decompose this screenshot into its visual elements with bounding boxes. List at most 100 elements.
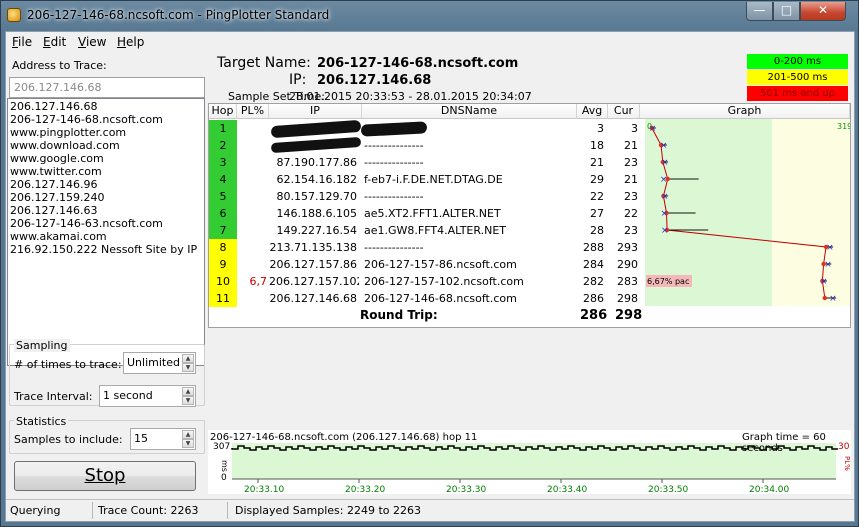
hop-dnsname: 206-127-157-102.ncsoft.com (364, 275, 524, 288)
latency-cur-marker: × (660, 209, 668, 219)
col-dnsname[interactable]: DNSName (362, 104, 577, 119)
hop-dnsname: 206-127-146-68.ncsoft.com (364, 292, 517, 305)
status-bar: Querying Trace Count: 2263 Displayed Sam… (6, 499, 854, 521)
close-button[interactable]: ✕ (800, 2, 846, 21)
trace-interval-value: 1 second (103, 389, 153, 402)
title-bar[interactable]: 206-127-146-68.ncsoft.com - PingPlotter … (1, 1, 858, 31)
stop-button[interactable]: Stop (14, 461, 196, 491)
hop-avg: 282 (583, 275, 604, 288)
spin-up-icon[interactable]: ▲ (182, 354, 194, 363)
latency-graph: 0 319××××××××××6,67% pac× (645, 119, 850, 306)
latency-cur-marker: × (661, 158, 669, 168)
col-avg[interactable]: Avg (577, 104, 608, 119)
menu-edit-mnemonic: E (43, 35, 51, 49)
hop-cur: 3 (631, 122, 638, 135)
spin-up-icon[interactable]: ▲ (182, 387, 194, 396)
maximize-button[interactable]: □ (773, 2, 800, 21)
time-graph-pl-unit: PL% (843, 456, 851, 471)
minimize-button[interactable]: — (746, 2, 773, 21)
hop-dnsname: --------------- (364, 241, 424, 254)
client-area: File Edit View Help Address to Trace: 20… (5, 31, 855, 522)
trace-interval-spinner[interactable]: 1 second ▲ ▼ (99, 385, 196, 407)
latency-cur-marker: × (660, 141, 668, 151)
hop-cur: 293 (617, 241, 638, 254)
packet-loss (237, 137, 269, 154)
status-separator (227, 502, 228, 519)
sampling-title: Sampling (14, 339, 70, 352)
legend-high-latency: 501 ms and up (747, 86, 848, 101)
address-history-item[interactable]: 216.92.150.222 Nessoft Site by IP (10, 243, 202, 256)
hop-cur: 21 (624, 173, 638, 186)
packet-loss (237, 290, 269, 307)
latency-cur-marker: × (826, 243, 834, 253)
times-to-trace-spinner[interactable]: Unlimited ▲ ▼ (123, 352, 196, 374)
hop-avg: 286 (583, 292, 604, 305)
address-history-item[interactable]: 206-127-146-68.ncsoft.com (10, 113, 202, 126)
col-graph[interactable]: Graph (640, 104, 850, 119)
address-history-item[interactable]: 206.127.159.240 (10, 191, 202, 204)
menu-file[interactable]: File (12, 35, 32, 49)
hop-number: 11 (209, 290, 237, 307)
latency-cur-marker: × (820, 277, 828, 287)
hop-number: 9 (209, 256, 237, 273)
time-graph-title: 206-127-146-68.ncsoft.com (206.127.146.6… (210, 432, 478, 443)
spin-up-icon[interactable]: ▲ (182, 430, 194, 439)
hop-dnsname: f-eb7-i.F.DE.NET.DTAG.DE (364, 173, 503, 186)
spin-down-icon[interactable]: ▼ (182, 363, 194, 372)
address-history-item[interactable]: 206.127.146.96 (10, 178, 202, 191)
time-graph-x-label: 20:33.20 (345, 485, 386, 494)
latency-cur-marker: × (661, 226, 669, 236)
latency-avg-point (822, 295, 828, 301)
address-history-item[interactable]: www.google.com (10, 152, 202, 165)
statistics-title: Statistics (14, 415, 69, 428)
col-cur[interactable]: Cur (608, 104, 640, 119)
time-graph-x-label: 20:33.30 (446, 485, 487, 494)
address-input[interactable] (9, 77, 205, 98)
hop-dnsname: ae1.GW8.FFT4.ALTER.NET (364, 224, 507, 237)
trace-interval-label: Trace Interval: (14, 390, 93, 403)
col-ip[interactable]: IP (269, 104, 362, 119)
address-history-item[interactable]: www.twitter.com (10, 165, 202, 178)
address-history-item[interactable]: 206.127.146.68 (10, 100, 202, 113)
trace-grid[interactable]: Hop PL% IP DNSName Avg Cur Graph 1 3 3 2 ---… (208, 103, 851, 328)
samples-to-include-spinner[interactable]: 15 ▲ ▼ (130, 428, 196, 450)
time-graph-y-top: 307 (213, 442, 230, 452)
time-graph-y-unit: ms (220, 460, 229, 472)
address-history-item[interactable]: www.akamai.com (10, 230, 202, 243)
hop-dnsname: ae5.XT2.FFT1.ALTER.NET (364, 207, 501, 220)
window-title: 206-127-146-68.ncsoft.com - PingPlotter … (27, 8, 330, 22)
hop-avg: 29 (590, 173, 604, 186)
round-trip-avg: 286 (580, 308, 608, 323)
hop-ip: 146.188.6.105 (276, 207, 357, 220)
col-hop[interactable]: Hop (209, 104, 237, 119)
address-history-item[interactable]: 206.127.146.63 (10, 204, 202, 217)
hop-ip: 206.127.146.68 (269, 292, 357, 305)
packet-loss (237, 222, 269, 239)
address-history-item[interactable]: 206-127-146-63.ncsoft.com (10, 217, 202, 230)
address-history-item[interactable]: www.download.com (10, 139, 202, 152)
hop-avg: 288 (583, 241, 604, 254)
menu-bar: File Edit View Help (6, 32, 854, 52)
app-window: 206-127-146-68.ncsoft.com - PingPlotter … (0, 0, 859, 527)
hop-avg: 18 (590, 139, 604, 152)
address-history-list[interactable]: 206.127.146.68 206-127-146-68.ncsoft.com w… (7, 98, 205, 366)
menu-view[interactable]: View (78, 35, 106, 49)
address-history-item[interactable]: www.pingplotter.com (10, 126, 202, 139)
latency-cur-marker: × (649, 124, 657, 134)
time-graph-x-label: 20:33.40 (547, 485, 588, 494)
latency-cur-marker: × (824, 260, 832, 270)
time-graph-x-label: 20:34.00 (749, 485, 790, 494)
spin-down-icon[interactable]: ▼ (182, 439, 194, 448)
col-pl[interactable]: PL% (237, 104, 269, 119)
hop-number: 7 (209, 222, 237, 239)
legend-mid-latency: 201-500 ms (747, 70, 848, 85)
menu-help[interactable]: Help (117, 35, 144, 49)
pingplotter-app-icon[interactable] (7, 8, 21, 22)
packet-loss-label: 6,67% pac (647, 277, 689, 286)
menu-file-label: ile (18, 35, 33, 49)
hop-cur: 283 (617, 275, 638, 288)
menu-edit[interactable]: Edit (43, 35, 66, 49)
spin-down-icon[interactable]: ▼ (182, 396, 194, 405)
sample-set-time-value: 28.01.2015 20:33:53 - 28.01.2015 20:34:0… (289, 90, 532, 103)
packet-loss (237, 205, 269, 222)
